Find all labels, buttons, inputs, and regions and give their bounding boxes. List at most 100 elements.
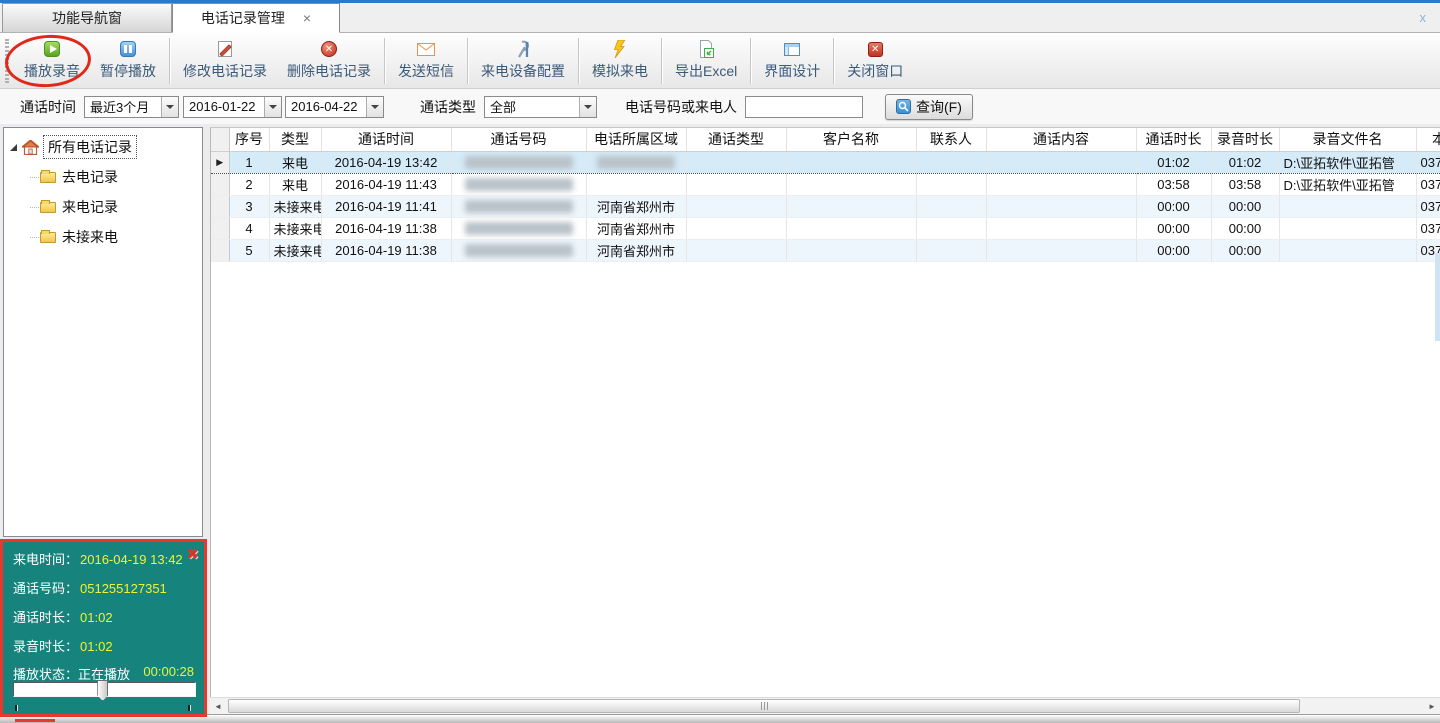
table-cell[interactable]: 未接来电 xyxy=(269,195,321,217)
table-cell[interactable]: 3 xyxy=(229,195,269,217)
delete-call-record-button[interactable]: ✕ 删除电话记录 xyxy=(277,36,381,85)
table-cell[interactable] xyxy=(451,195,586,217)
table-header-row[interactable]: 序号类型通话时间通话号码电话所属区域通话类型客户名称联系人通话内容通话时长录音时… xyxy=(211,128,1440,151)
table-cell[interactable] xyxy=(916,195,986,217)
table-cell[interactable]: 未接来电 xyxy=(269,217,321,239)
table-cell[interactable]: 00:00 xyxy=(1136,239,1211,261)
table-cell[interactable] xyxy=(786,173,916,195)
scrollbar-thumb[interactable] xyxy=(228,699,1300,713)
table-cell[interactable] xyxy=(686,151,786,173)
date-from-select[interactable]: 2016-01-22 xyxy=(183,96,282,118)
table-cell[interactable] xyxy=(986,217,1136,239)
send-sms-button[interactable]: 发送短信 xyxy=(388,36,464,85)
column-header[interactable] xyxy=(211,128,229,151)
table-cell[interactable] xyxy=(916,173,986,195)
table-cell[interactable]: 03:58 xyxy=(1211,173,1279,195)
tree-item-outgoing-records[interactable]: 去电记录 xyxy=(4,162,202,192)
table-cell[interactable] xyxy=(1279,195,1416,217)
column-header[interactable]: 联系人 xyxy=(916,128,986,151)
table-cell[interactable] xyxy=(1279,217,1416,239)
table-cell[interactable]: 00:00 xyxy=(1211,217,1279,239)
tab-function-nav[interactable]: 功能导航窗 xyxy=(2,3,172,32)
tree-item-incoming-records[interactable]: 来电记录 xyxy=(4,192,202,222)
table-row[interactable]: 4未接来电2016-04-19 11:38 河南省郑州市 00:0000:00 037 xyxy=(211,217,1440,239)
table-row[interactable]: 3未接来电2016-04-19 11:41河南省郑州市00:0000:00037 xyxy=(211,195,1440,217)
table-cell[interactable] xyxy=(686,239,786,261)
tree-item-all-records[interactable]: 所有电话记录 xyxy=(4,132,202,162)
row-indicator[interactable]: ▶ xyxy=(211,151,229,173)
close-window-button[interactable]: ✕ 关闭窗口 xyxy=(837,36,913,85)
table-cell[interactable]: 来电 xyxy=(269,173,321,195)
table-cell[interactable]: 2016-04-19 11:43 xyxy=(321,173,451,195)
scroll-left-arrow-icon[interactable]: ◄ xyxy=(210,699,226,714)
query-button[interactable]: 查询(F) xyxy=(885,94,973,120)
table-cell[interactable] xyxy=(451,239,586,261)
table-cell[interactable]: 河南省郑州市 xyxy=(586,217,686,239)
table-cell[interactable] xyxy=(986,173,1136,195)
table-cell[interactable] xyxy=(586,173,686,195)
table-cell[interactable] xyxy=(686,195,786,217)
table-cell[interactable]: 河南省郑州市 xyxy=(586,195,686,217)
table-cell[interactable]: 00:00 xyxy=(1136,217,1211,239)
vertical-scrollbar[interactable] xyxy=(1435,253,1440,341)
table-cell[interactable]: 2 xyxy=(229,173,269,195)
table-cell[interactable]: 00:00 xyxy=(1136,195,1211,217)
chevron-down-icon[interactable] xyxy=(264,97,281,117)
table-cell[interactable] xyxy=(686,217,786,239)
table-cell[interactable]: 1 xyxy=(229,151,269,173)
close-icon[interactable]: ✖ xyxy=(186,545,199,563)
chevron-down-icon[interactable] xyxy=(161,97,178,117)
column-header[interactable]: 序号 xyxy=(229,128,269,151)
edit-call-record-button[interactable]: 修改电话记录 xyxy=(173,36,277,85)
table-cell[interactable] xyxy=(986,239,1136,261)
table-row[interactable]: 2来电2016-04-19 11:4303:5803:58D:\亚拓软件\亚拓管… xyxy=(211,173,1440,195)
call-type-select[interactable]: 全部 xyxy=(484,96,597,118)
tree-expand-icon[interactable] xyxy=(10,144,17,151)
tab-call-record-management[interactable]: 电话记录管理 × xyxy=(172,3,340,33)
chevron-down-icon[interactable] xyxy=(579,97,596,117)
column-header[interactable]: 通话号码 xyxy=(451,128,586,151)
table-cell[interactable] xyxy=(586,151,686,173)
table-cell[interactable]: 03:58 xyxy=(1136,173,1211,195)
date-to-select[interactable]: 2016-04-22 xyxy=(285,96,384,118)
row-indicator[interactable] xyxy=(211,173,229,195)
table-cell[interactable]: 4 xyxy=(229,217,269,239)
column-header[interactable]: 通话时间 xyxy=(321,128,451,151)
column-header[interactable]: 录音文件名 xyxy=(1279,128,1416,151)
table-row[interactable]: ▶1来电2016-04-19 13:4201:0201:02D:\亚拓软件\亚拓… xyxy=(211,151,1440,173)
table-cell[interactable]: 2016-04-19 11:41 xyxy=(321,195,451,217)
column-header[interactable]: 客户名称 xyxy=(786,128,916,151)
table-cell[interactable] xyxy=(786,195,916,217)
column-header[interactable]: 通话时长 xyxy=(1136,128,1211,151)
scroll-right-arrow-icon[interactable]: ► xyxy=(1424,699,1440,714)
table-cell[interactable]: 037 xyxy=(1416,217,1440,239)
chevron-down-icon[interactable] xyxy=(366,97,383,117)
pause-playback-button[interactable]: 暂停播放 xyxy=(90,36,166,85)
row-indicator[interactable] xyxy=(211,239,229,261)
table-cell[interactable]: 河南省郑州市 xyxy=(586,239,686,261)
table-cell[interactable]: D:\亚拓软件\亚拓管 xyxy=(1279,173,1416,195)
tabstrip-close-icon[interactable]: x xyxy=(1420,10,1440,25)
table-cell[interactable] xyxy=(786,151,916,173)
ui-design-button[interactable]: 界面设计 xyxy=(754,36,830,85)
table-cell[interactable]: D:\亚拓软件\亚拓管 xyxy=(1279,151,1416,173)
table-cell[interactable] xyxy=(451,173,586,195)
table-cell[interactable] xyxy=(686,173,786,195)
time-range-select[interactable]: 最近3个月 xyxy=(84,96,179,118)
export-excel-button[interactable]: 导出Excel xyxy=(665,36,747,85)
table-cell[interactable] xyxy=(916,217,986,239)
table-cell[interactable]: 037 xyxy=(1416,195,1440,217)
column-header[interactable]: 通话内容 xyxy=(986,128,1136,151)
table-cell[interactable] xyxy=(986,151,1136,173)
table-cell[interactable] xyxy=(451,217,586,239)
horizontal-scrollbar[interactable]: ◄ ► xyxy=(210,697,1440,714)
tab-close-icon[interactable]: × xyxy=(303,11,311,25)
table-cell[interactable]: 2016-04-19 11:38 xyxy=(321,217,451,239)
table-cell[interactable]: 00:00 xyxy=(1211,239,1279,261)
table-row[interactable]: 5未接来电2016-04-19 11:38河南省郑州市00:0000:00037 xyxy=(211,239,1440,261)
table-cell[interactable] xyxy=(916,239,986,261)
table-cell[interactable]: 01:02 xyxy=(1136,151,1211,173)
column-header[interactable]: 通话类型 xyxy=(686,128,786,151)
column-header[interactable]: 录音时长 xyxy=(1211,128,1279,151)
slider-thumb[interactable] xyxy=(97,680,108,701)
